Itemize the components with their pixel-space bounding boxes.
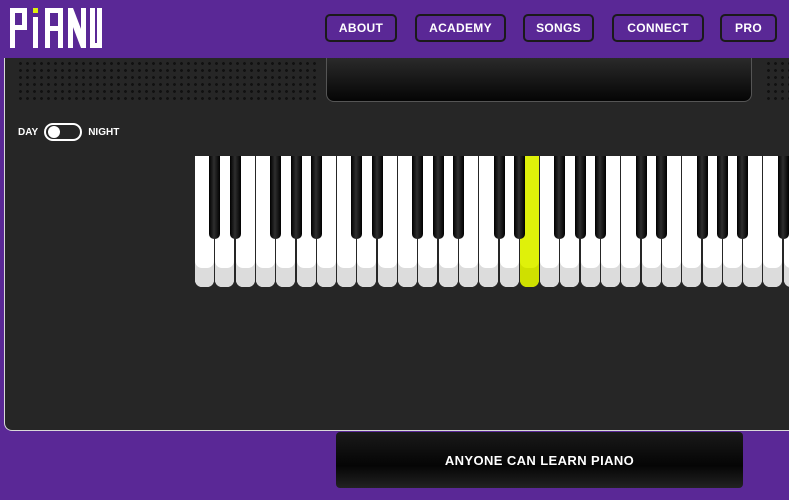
day-label: DAY [18,126,39,138]
piano-black-key[interactable] [310,156,322,239]
piano-black-key[interactable] [574,156,586,239]
piano-black-key[interactable] [635,156,647,239]
piano-display-screen [326,58,752,102]
speaker-grille-left [17,60,317,102]
day-night-toggle[interactable] [44,123,83,141]
speaker-grille-right [765,60,789,102]
piano-black-key[interactable] [351,156,363,239]
piano-black-key[interactable] [452,156,464,239]
top-nav-bar: ABOUT ACADEMY SONGS CONNECT PRO [0,0,789,58]
toggle-knob [48,126,61,138]
piano-black-key[interactable] [371,156,383,239]
piano-black-key[interactable] [513,156,525,239]
piano-black-key[interactable] [270,156,282,239]
nav-academy[interactable]: ACADEMY [415,14,506,42]
piano-black-key[interactable] [716,156,728,239]
nav-pro[interactable]: PRO [720,14,777,42]
piano-keyboard [195,156,789,288]
theme-toggle-row: DAY NIGHT [18,122,119,142]
tagline-text: ANYONE CAN LEARN PIANO [444,452,635,468]
piano-black-key[interactable] [655,156,667,239]
pianu-logo[interactable] [10,6,102,50]
piano-black-key[interactable] [777,156,789,239]
piano-black-key[interactable] [554,156,566,239]
nav-songs[interactable]: SONGS [523,14,594,42]
nav-connect[interactable]: CONNECT [612,14,704,42]
night-label: NIGHT [88,126,120,138]
piano-black-key[interactable] [290,156,302,239]
piano-black-key[interactable] [432,156,444,239]
piano-black-key[interactable] [412,156,424,239]
tagline-banner: ANYONE CAN LEARN PIANO [336,432,743,488]
piano-black-key[interactable] [229,156,241,239]
piano-black-key[interactable] [696,156,708,239]
piano-black-key[interactable] [595,156,606,239]
piano-black-key[interactable] [493,156,505,239]
piano-black-key[interactable] [737,156,749,239]
piano-black-key[interactable] [209,156,221,239]
nav-about[interactable]: ABOUT [325,14,397,42]
